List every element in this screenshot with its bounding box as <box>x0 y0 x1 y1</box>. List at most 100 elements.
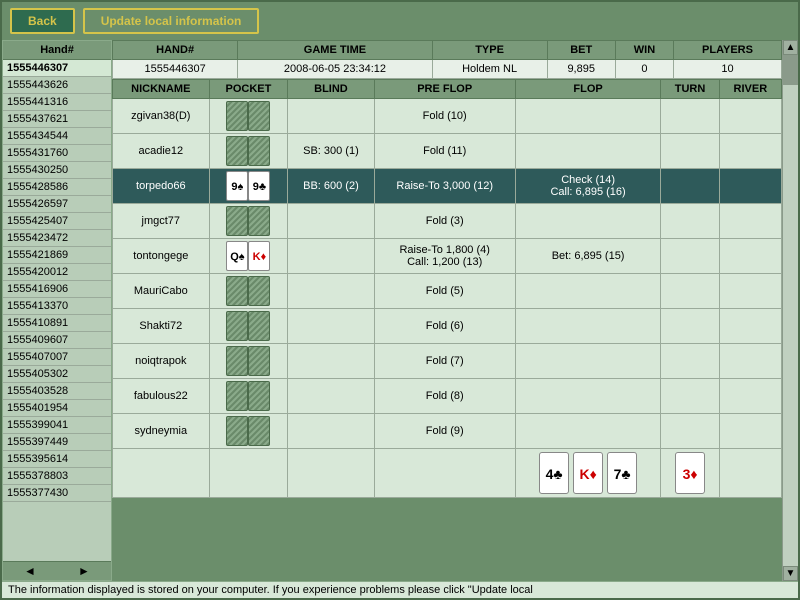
scroll-down-button[interactable]: ▼ <box>783 566 798 581</box>
table-row: torpedo669♠9♣BB: 600 (2)Raise-To 3,000 (… <box>113 169 782 204</box>
hand-list-scroll[interactable]: 1555446307155544362615554413161555437621… <box>3 60 111 561</box>
table-row: acadie12SB: 300 (1)Fold (11) <box>113 134 782 169</box>
hand-list-item[interactable]: 1555405302 <box>3 366 111 383</box>
player-blind: SB: 300 (1) <box>288 134 374 169</box>
player-nickname: fabulous22 <box>113 379 210 414</box>
detail-col-pocket: POCKET <box>209 80 288 99</box>
hand-list-item[interactable]: 1555425407 <box>3 213 111 230</box>
table-row: jmgct77Fold (3) <box>113 204 782 239</box>
detail-scroll[interactable]: NICKNAME POCKET BLIND PRE FLOP FLOP TURN… <box>112 79 782 581</box>
hand-list-nav: ◄ ► <box>3 561 111 580</box>
card-face: K♦ <box>248 241 270 271</box>
hand-list-item[interactable]: 1555430250 <box>3 162 111 179</box>
player-river <box>719 169 781 204</box>
hand-list-item[interactable]: 1555407007 <box>3 349 111 366</box>
player-nickname: noiqtrapok <box>113 344 210 379</box>
community-card: K♦ <box>573 452 603 494</box>
detail-col-nickname: NICKNAME <box>113 80 210 99</box>
hand-list-item[interactable]: 1555378803 <box>3 468 111 485</box>
player-pocket <box>209 274 288 309</box>
back-button[interactable]: Back <box>10 8 75 34</box>
summary-table: HAND# GAME TIME TYPE BET WIN PLAYERS 155… <box>112 40 782 79</box>
status-bar: The information displayed is stored on y… <box>2 581 798 598</box>
player-flop: Bet: 6,895 (15) <box>515 239 661 274</box>
hand-list-item[interactable]: 1555413370 <box>3 298 111 315</box>
community-river-cards <box>719 449 781 498</box>
community-flop-cards: 4♣K♦7♣ <box>515 449 661 498</box>
hand-list-item[interactable]: 1555421869 <box>3 247 111 264</box>
player-turn <box>661 169 719 204</box>
card-back <box>226 416 248 446</box>
hand-list-item[interactable]: 1555443626 <box>3 77 111 94</box>
hand-list-item[interactable]: 1555431760 <box>3 145 111 162</box>
hand-list-item[interactable]: 1555434544 <box>3 128 111 145</box>
player-river <box>719 239 781 274</box>
community-card: 7♣ <box>607 452 637 494</box>
scroll-track <box>783 55 798 566</box>
col-type: TYPE <box>432 41 547 60</box>
player-turn <box>661 134 719 169</box>
hand-list-item[interactable]: 1555446307 <box>3 60 111 77</box>
player-flop <box>515 134 661 169</box>
player-pocket <box>209 309 288 344</box>
col-game-time: GAME TIME <box>238 41 432 60</box>
player-preflop: Fold (11) <box>374 134 515 169</box>
main-panel: HAND# GAME TIME TYPE BET WIN PLAYERS 155… <box>112 40 782 581</box>
hand-list-item[interactable]: 1555420012 <box>3 264 111 281</box>
player-flop <box>515 309 661 344</box>
player-nickname: Shakti72 <box>113 309 210 344</box>
hand-list-item[interactable]: 1555399041 <box>3 417 111 434</box>
hand-list-prev[interactable]: ◄ <box>3 562 57 580</box>
player-pocket <box>209 99 288 134</box>
player-nickname: zgivan38(D) <box>113 99 210 134</box>
card-face: 9♣ <box>248 171 270 201</box>
update-button[interactable]: Update local information <box>83 8 260 34</box>
player-river <box>719 204 781 239</box>
hand-list-item[interactable]: 1555428586 <box>3 179 111 196</box>
summary-game-time: 2008-06-05 23:34:12 <box>238 60 432 79</box>
card-back <box>226 136 248 166</box>
player-flop <box>515 379 661 414</box>
hand-list-item[interactable]: 1555423472 <box>3 230 111 247</box>
player-nickname: sydneymia <box>113 414 210 449</box>
main-window: Back Update local information Hand# 1555… <box>0 0 800 600</box>
hand-list-item[interactable]: 1555397449 <box>3 434 111 451</box>
player-nickname: jmgct77 <box>113 204 210 239</box>
hand-list-item[interactable]: 1555377430 <box>3 485 111 502</box>
player-pocket: 9♠9♣ <box>209 169 288 204</box>
player-pocket <box>209 134 288 169</box>
card-back <box>248 346 270 376</box>
hand-list-next[interactable]: ► <box>57 562 111 580</box>
scroll-up-button[interactable]: ▲ <box>783 40 798 55</box>
player-blind <box>288 239 374 274</box>
hand-list-item[interactable]: 1555410891 <box>3 315 111 332</box>
hand-list-item[interactable]: 1555441316 <box>3 94 111 111</box>
hand-list-item[interactable]: 1555409607 <box>3 332 111 349</box>
player-pocket <box>209 204 288 239</box>
player-preflop: Raise-To 1,800 (4) Call: 1,200 (13) <box>374 239 515 274</box>
player-pocket: Q♠K♦ <box>209 239 288 274</box>
player-blind <box>288 204 374 239</box>
player-flop <box>515 99 661 134</box>
player-river <box>719 274 781 309</box>
table-row: fabulous22Fold (8) <box>113 379 782 414</box>
player-blind <box>288 99 374 134</box>
player-preflop: Fold (5) <box>374 274 515 309</box>
player-blind <box>288 274 374 309</box>
player-preflop: Raise-To 3,000 (12) <box>374 169 515 204</box>
hand-list-item[interactable]: 1555416906 <box>3 281 111 298</box>
hand-list-item[interactable]: 1555395614 <box>3 451 111 468</box>
card-back <box>226 101 248 131</box>
player-turn <box>661 239 719 274</box>
scroll-thumb[interactable] <box>783 55 798 85</box>
col-players: PLAYERS <box>673 41 781 60</box>
community-nickname <box>113 449 210 498</box>
card-back <box>248 136 270 166</box>
hand-list-item[interactable]: 1555403528 <box>3 383 111 400</box>
player-turn <box>661 414 719 449</box>
table-row: Shakti72Fold (6) <box>113 309 782 344</box>
hand-list-item[interactable]: 1555437621 <box>3 111 111 128</box>
card-back <box>226 276 248 306</box>
hand-list-item[interactable]: 1555401954 <box>3 400 111 417</box>
hand-list-item[interactable]: 1555426597 <box>3 196 111 213</box>
